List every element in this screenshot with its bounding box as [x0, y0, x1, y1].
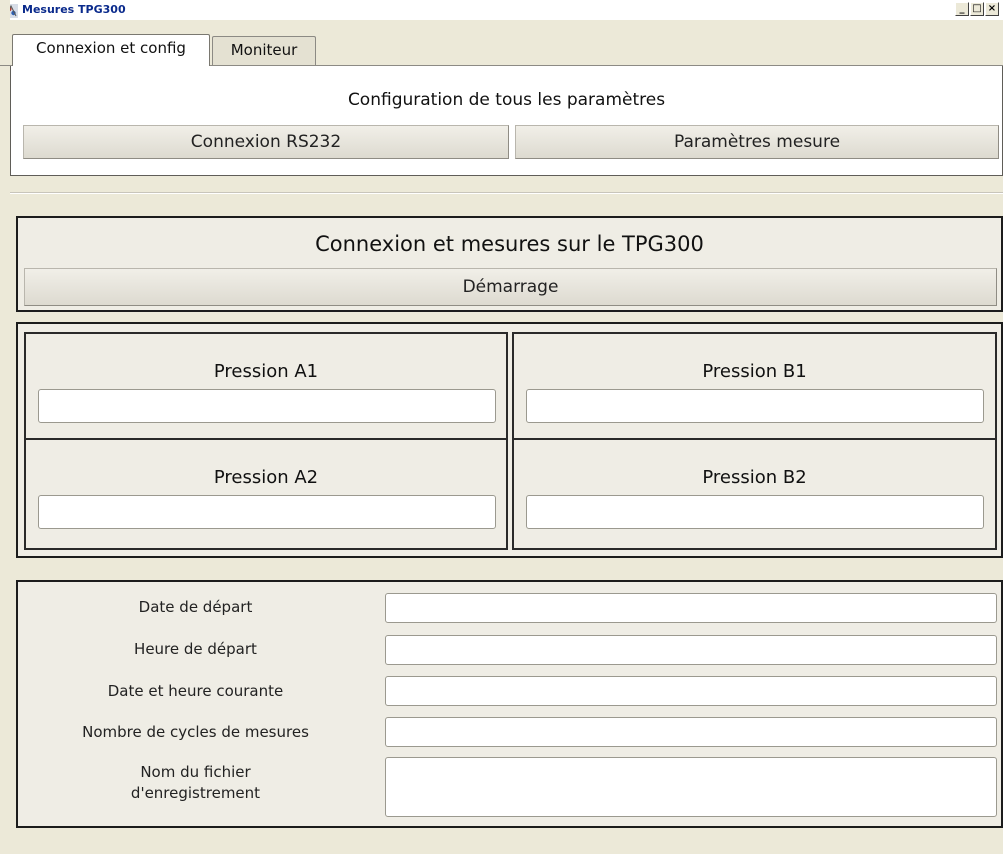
start-title: Connexion et mesures sur le TPG300 [315, 232, 704, 256]
window-title: Mesures TPG300 [22, 3, 126, 16]
config-title: Configuration de tous les paramètres [347, 90, 666, 110]
start-date-label: Date de départ [138, 598, 253, 616]
pressure-b1-field[interactable] [526, 389, 984, 423]
pressure-b1-box: Pression B1 [512, 332, 997, 444]
config-panel: Configuration de tous les paramètres Con… [10, 66, 1003, 176]
file-name-label-line2: d'enregistrement [130, 784, 261, 802]
measure-params-button[interactable]: Paramètres mesure [515, 125, 999, 159]
pressure-b1-label: Pression B1 [702, 361, 807, 382]
pressure-a2-box: Pression A2 [24, 438, 508, 550]
rs232-connect-button[interactable]: Connexion RS232 [23, 125, 509, 159]
cycle-count-label: Nombre de cycles de mesures [82, 723, 309, 741]
pressure-panel: Pression A1 Pression B1 Pression A2 Pres… [16, 322, 1003, 558]
pressure-a2-field[interactable] [38, 495, 496, 529]
tab-moniteur[interactable]: Moniteur [212, 36, 316, 66]
pressure-b2-box: Pression B2 [512, 438, 997, 550]
cycle-count-field[interactable] [385, 717, 997, 747]
pressure-a2-label: Pression A2 [213, 467, 319, 488]
start-time-label: Heure de départ [134, 640, 257, 658]
start-date-field[interactable] [385, 593, 997, 623]
start-time-field[interactable] [385, 635, 997, 665]
acquisition-info-panel: Date de départ Heure de départ Date et h… [16, 580, 1003, 828]
start-button[interactable]: Démarrage [24, 268, 997, 306]
current-datetime-field[interactable] [385, 676, 997, 706]
pressure-b2-field[interactable] [526, 495, 984, 529]
pressure-a1-field[interactable] [38, 389, 496, 423]
close-button[interactable]: × [985, 2, 999, 16]
maximize-button[interactable]: □ [970, 2, 984, 16]
pressure-a1-label: Pression A1 [213, 361, 319, 382]
pressure-b2-label: Pression B2 [702, 467, 807, 488]
start-panel: Connexion et mesures sur le TPG300 Démar… [16, 216, 1003, 312]
file-name-field[interactable] [385, 757, 997, 817]
window-left-edge [0, 0, 10, 854]
tab-connexion-config[interactable]: Connexion et config [12, 34, 210, 66]
minimize-button[interactable]: _ [955, 2, 969, 16]
separator [10, 192, 1003, 194]
pressure-a1-box: Pression A1 [24, 332, 508, 444]
current-datetime-label: Date et heure courante [107, 682, 284, 700]
title-bar: Mesures TPG300 _ □ × [0, 0, 1003, 20]
file-name-label-line1: Nom du fichier [140, 763, 251, 781]
